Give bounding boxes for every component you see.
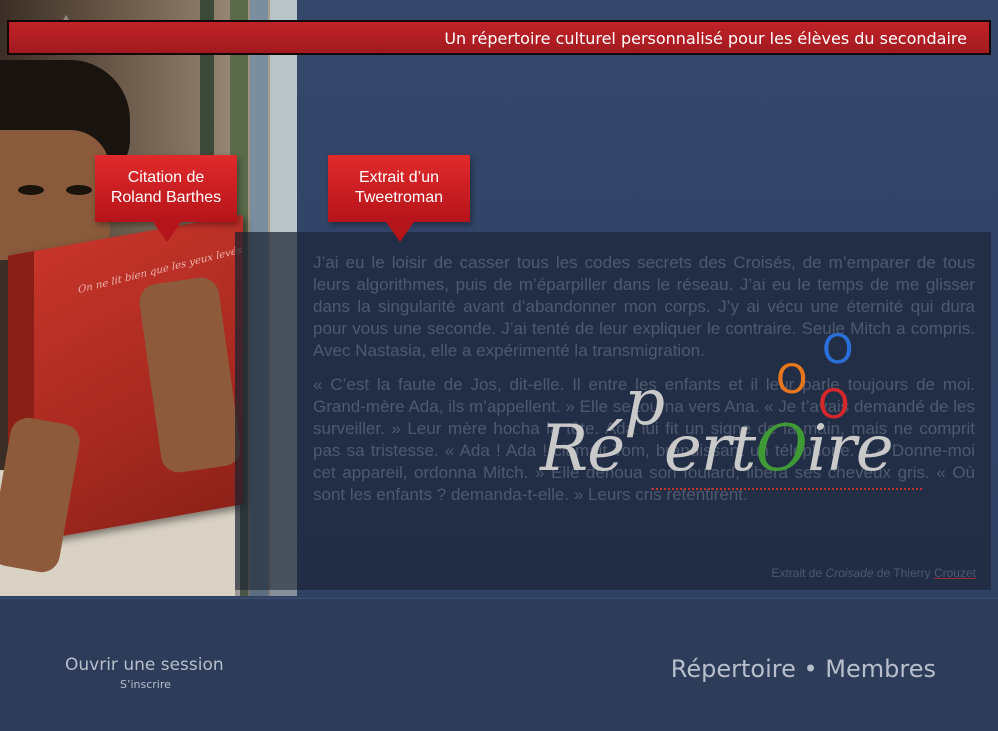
credit-middle: de Thierry (873, 566, 934, 580)
tagline: Un répertoire culturel personnalisé pour… (444, 29, 967, 48)
callout-pointer (153, 222, 181, 242)
logo-wordmark: RépertOire (540, 366, 894, 486)
quote-callout-button[interactable]: Citation de Roland Barthes (95, 155, 237, 242)
credit-work: Croisade (825, 566, 874, 580)
tagline-banner: Un répertoire culturel personnalisé pour… (7, 20, 991, 55)
logo-spellcheck-underline (652, 488, 922, 490)
signup-link[interactable]: S’inscrire (120, 678, 171, 691)
callout-label: Tweetroman (354, 189, 444, 206)
repertoire-logo: O O O RépertOire (540, 330, 940, 520)
login-link[interactable]: Ouvrir une session (65, 655, 224, 675)
nav-separator: • (795, 655, 826, 683)
logo-part: ert (664, 412, 756, 486)
logo-green-o: O (755, 412, 807, 486)
credit-prefix: Extrait de (771, 566, 826, 580)
logo-part: ire (806, 412, 894, 486)
eye (18, 185, 44, 195)
logo-part: Ré (540, 412, 625, 486)
logo-floating-o: O (776, 357, 808, 403)
excerpt-callout-button[interactable]: Extrait d’un Tweetroman (328, 155, 470, 242)
callout-label: Extrait d’un (358, 169, 440, 186)
credit-author: Crouzet (933, 566, 976, 580)
callout-label: Citation de (127, 169, 205, 186)
footer-nav: Répertoire • Membres (671, 655, 936, 683)
callout-label: Roland Barthes (110, 189, 222, 206)
excerpt-credit: Extrait de Croisade de Thierry Crouzet (771, 566, 976, 580)
logo-raised-letter: p (624, 366, 665, 440)
eye (66, 185, 92, 195)
callout-pointer (386, 222, 414, 242)
nav-members-link[interactable]: Membres (825, 655, 936, 683)
logo-floating-o: O (822, 327, 854, 373)
nav-repertoire-link[interactable]: Répertoire (671, 655, 796, 683)
